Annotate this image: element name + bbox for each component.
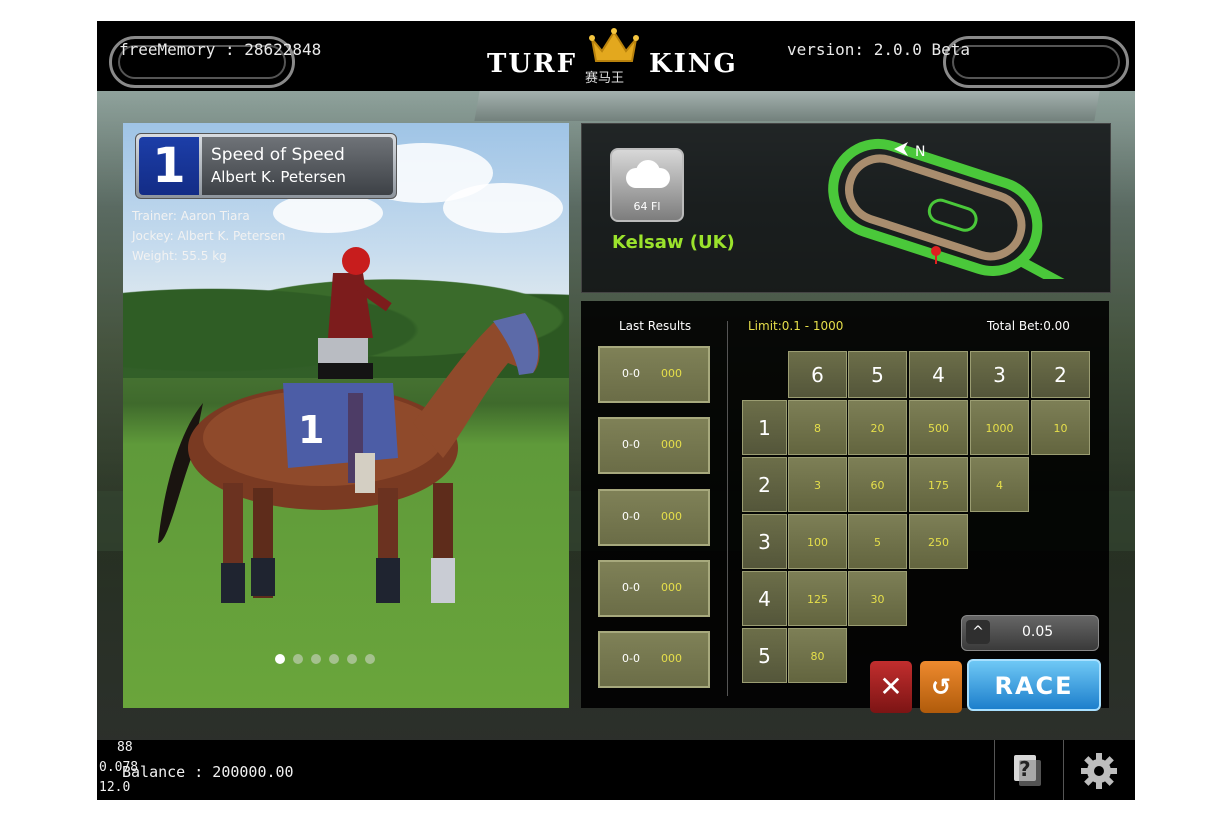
top-bar: freeMemory : 28622848 version: 2.0.0 Bet…	[97, 21, 1135, 91]
last-result-item: 0-0 000	[598, 417, 710, 474]
help-icon[interactable]: ?	[1013, 754, 1043, 786]
result-score: 0-0	[622, 510, 640, 523]
odds-cell[interactable]: 10	[1031, 400, 1090, 455]
carousel-dot[interactable]	[365, 654, 375, 664]
result-amount: 000	[661, 367, 682, 380]
result-score: 0-0	[622, 367, 640, 380]
odds-cell[interactable]: 30	[848, 571, 907, 626]
chip-value-stepper[interactable]: ^ 0.05	[961, 615, 1099, 651]
row-header: 2	[742, 457, 787, 512]
result-amount: 000	[661, 652, 682, 665]
horse-number: 1	[139, 137, 199, 195]
total-bet: Total Bet:0.00	[987, 319, 1070, 333]
crown-icon	[589, 28, 639, 62]
logo-chinese: 赛马王	[585, 71, 625, 86]
carousel-dot[interactable]	[329, 654, 339, 664]
bar-separator	[1063, 740, 1064, 800]
odds-cell[interactable]: 20	[848, 400, 907, 455]
carousel-dots	[275, 649, 383, 668]
game-frame: freeMemory : 28622848 version: 2.0.0 Bet…	[97, 21, 1135, 800]
odds-cell[interactable]: 4	[970, 457, 1029, 512]
odds-cell[interactable]: 500	[909, 400, 968, 455]
racetrack-map: N	[828, 138, 1075, 279]
column-header: 3	[970, 351, 1029, 398]
odds-cell[interactable]: 125	[788, 571, 847, 626]
track-info-panel: 64 Fl Kelsaw (UK) N	[581, 123, 1111, 293]
odds-cell[interactable]: 100	[788, 514, 847, 569]
free-memory-text: freeMemory : 28622848	[119, 40, 322, 59]
row-header: 4	[742, 571, 787, 626]
carousel-dot[interactable]	[311, 654, 321, 664]
debug-fps: 88	[117, 740, 133, 755]
last-result-item: 0-0 000	[598, 631, 710, 688]
race-button[interactable]: RACE	[967, 659, 1101, 711]
weight-text: Weight: 55.5 kg	[132, 249, 227, 263]
logo-word-king: KING	[649, 49, 738, 79]
weather-badge: 64 Fl	[610, 148, 684, 222]
odds-cell[interactable]: 5	[848, 514, 907, 569]
version-text: version: 2.0.0 Beta	[787, 40, 971, 59]
bottom-bar: 88 0.078 12.0 Balance : 200000.00 ?	[97, 740, 1135, 800]
last-results-title: Last Results	[619, 319, 692, 333]
row-header: 1	[742, 400, 787, 455]
horse-info: Speed of Speed Albert K. Petersen	[202, 137, 393, 195]
sky-cloud	[443, 183, 563, 233]
odds-cell[interactable]: 175	[909, 457, 968, 512]
row-header: 3	[742, 514, 787, 569]
result-amount: 000	[661, 581, 682, 594]
jockey-text: Jockey: Albert K. Petersen	[132, 229, 286, 243]
svg-text:?: ?	[1019, 757, 1031, 781]
bet-limit: Limit:0.1 - 1000	[748, 319, 844, 333]
sky-cloud	[273, 193, 383, 233]
undo-bet-button[interactable]: ↺	[920, 661, 962, 713]
venue-name: Kelsaw (UK)	[612, 232, 735, 253]
odds-cell[interactable]: 250	[909, 514, 968, 569]
horse-name: Speed of Speed	[211, 145, 345, 165]
row-header: 5	[742, 628, 787, 683]
odds-cell[interactable]: 8	[788, 400, 847, 455]
horse-preview-panel[interactable]: 1 1 Speed of Speed Albert K. Petersen Tr…	[123, 123, 569, 708]
carousel-dot[interactable]	[275, 654, 285, 664]
horse-with-jockey-illustration: 1	[158, 247, 540, 603]
carousel-dot[interactable]	[293, 654, 303, 664]
result-score: 0-0	[622, 438, 640, 451]
odds-cell[interactable]: 60	[848, 457, 907, 512]
last-result-item: 0-0 000	[598, 489, 710, 546]
chevron-up-icon[interactable]: ^	[966, 620, 990, 644]
balance-text: Balance : 200000.00	[122, 763, 294, 781]
odds-cell[interactable]: 80	[788, 628, 847, 683]
saddle-number: 1	[298, 408, 324, 452]
last-result-item: 0-0 000	[598, 560, 710, 617]
clear-bets-button[interactable]: ✕	[870, 661, 912, 713]
last-result-item: 0-0 000	[598, 346, 710, 403]
odds-cell[interactable]: 1000	[970, 400, 1029, 455]
horse-nameplate: 1 Speed of Speed Albert K. Petersen	[135, 133, 397, 199]
bar-separator	[994, 740, 995, 800]
column-header: 4	[909, 351, 968, 398]
version-pill	[943, 36, 1129, 88]
result-amount: 000	[661, 510, 682, 523]
settings-gear-icon[interactable]	[1080, 752, 1118, 790]
odds-cell[interactable]: 3	[788, 457, 847, 512]
chip-value: 0.05	[1022, 624, 1054, 640]
carousel-dot[interactable]	[347, 654, 357, 664]
panel-divider	[727, 321, 728, 696]
logo-word-turf: TURF	[487, 49, 578, 79]
stadium-roof	[474, 91, 1100, 121]
jockey-name: Albert K. Petersen	[211, 168, 346, 186]
column-header: 5	[848, 351, 907, 398]
column-header: 2	[1031, 351, 1090, 398]
result-score: 0-0	[622, 652, 640, 665]
cloud-icon	[626, 160, 670, 188]
turf-king-logo: TURF 赛马王 KING	[477, 27, 747, 89]
weather-temperature: 64 Fl	[633, 200, 661, 213]
debug-value-b: 12.0	[99, 780, 131, 795]
compass-north-label: N	[915, 144, 925, 160]
betting-panel: Last Results 0-0 000 0-0 000 0-0 000 0-0…	[581, 301, 1109, 713]
trainer-text: Trainer: Aaron Tiara	[132, 209, 250, 223]
column-header: 6	[788, 351, 847, 398]
result-amount: 000	[661, 438, 682, 451]
result-score: 0-0	[622, 581, 640, 594]
